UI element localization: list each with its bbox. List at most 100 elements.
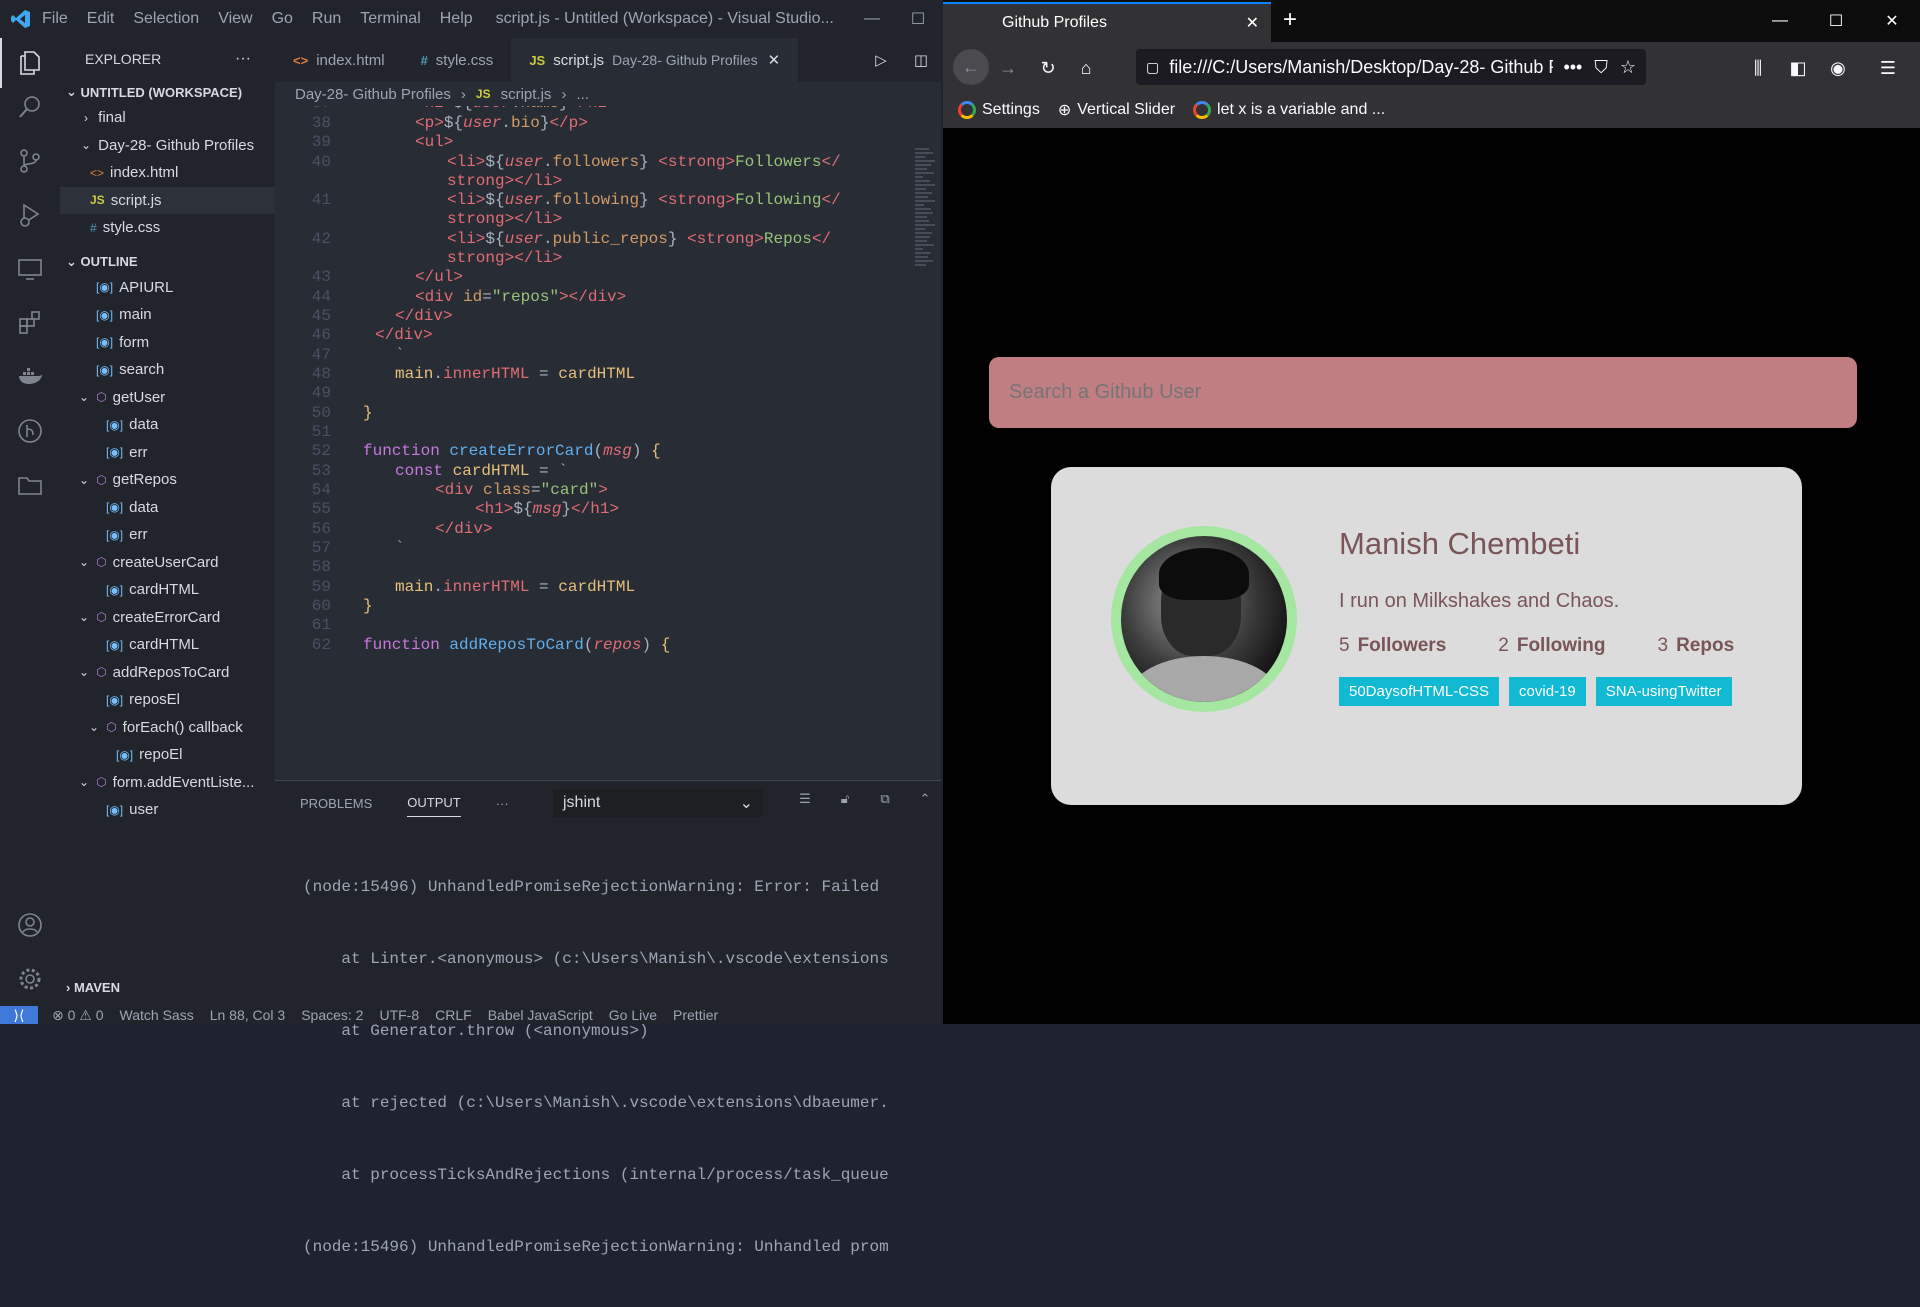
close-icon[interactable]: ✕ <box>1864 0 1920 42</box>
chevron-up-icon[interactable]: ⌃ <box>905 791 945 807</box>
folder-project[interactable]: ⌄ Day-28- Github Profiles <box>60 132 275 160</box>
tab-script-js[interactable]: JS script.js Day-28- Github Profiles ✕ <box>511 38 799 82</box>
status-cursor-position[interactable]: Ln 88, Col 3 <box>210 1007 286 1023</box>
outline-item[interactable]: ⌄ ⬡ form.addEventListe... <box>60 769 275 797</box>
status-language[interactable]: Babel JavaScript <box>488 1007 593 1023</box>
status-go-live[interactable]: Go Live <box>609 1007 657 1023</box>
outline-item[interactable]: [◉] APIURL <box>60 274 275 302</box>
menu-help[interactable]: Help <box>440 10 473 27</box>
repo-link[interactable]: 50DaysofHTML-CSS <box>1339 677 1500 706</box>
file-index-html[interactable]: <> index.html <box>60 159 275 187</box>
settings-gear-icon[interactable] <box>0 954 60 1004</box>
status-eol[interactable]: CRLF <box>435 1007 472 1023</box>
output-log[interactable]: (node:15496) UnhandledPromiseRejectionWa… <box>303 827 935 1307</box>
split-editor-icon[interactable]: ◫ <box>901 51 941 69</box>
outline-item[interactable]: [◉] search <box>60 356 275 384</box>
outline-item[interactable]: ⌄ ⬡ forEach() callback <box>60 714 275 742</box>
more-actions-icon[interactable]: ··· <box>235 50 251 68</box>
search-input[interactable] <box>989 357 1857 428</box>
outline-item[interactable]: ⌄ ⬡ getRepos <box>60 466 275 494</box>
outline-item[interactable]: [◉] repoEl <box>60 741 275 769</box>
git-graph-icon[interactable] <box>0 406 60 456</box>
status-prettier[interactable]: Prettier <box>673 1007 718 1023</box>
repo-link[interactable]: covid-19 <box>1509 677 1586 706</box>
remote-icon[interactable]: ⟩⟨ <box>0 1006 38 1024</box>
minimize-icon[interactable]: — <box>1752 0 1808 42</box>
minimize-icon[interactable]: — <box>849 0 895 38</box>
outline-item[interactable]: [◉] data <box>60 411 275 439</box>
minimap[interactable] <box>915 146 937 336</box>
outline-item[interactable]: [◉] data <box>60 494 275 522</box>
account-icon[interactable]: ◉ <box>1823 53 1853 83</box>
breadcrumb-symbol[interactable]: ... <box>576 86 589 103</box>
home-icon[interactable]: ⌂ <box>1071 53 1101 83</box>
tab-index-html[interactable]: <> index.html <box>275 38 403 82</box>
explorer-icon[interactable] <box>0 38 60 88</box>
menu-run[interactable]: Run <box>312 10 341 27</box>
sidebar-icon[interactable]: ◧ <box>1783 53 1813 83</box>
tab-output[interactable]: OUTPUT <box>407 789 461 817</box>
outline-item[interactable]: ⌄ ⬡ getUser <box>60 384 275 412</box>
remote-explorer-icon[interactable] <box>0 244 60 294</box>
outline-section[interactable]: ⌄ OUTLINE <box>60 250 275 274</box>
project-manager-icon[interactable] <box>0 460 60 510</box>
browser-tab[interactable]: Github Profiles ✕ <box>943 2 1271 42</box>
search-icon[interactable] <box>0 82 60 132</box>
address-bar[interactable]: ▢ file:///C:/Users/Manish/Desktop/Day-28-… <box>1136 49 1646 85</box>
file-script-js[interactable]: JS script.js <box>60 186 275 214</box>
outline-item[interactable]: [◉] err <box>60 439 275 467</box>
lock-icon[interactable]: 🔓︎ <box>825 791 865 807</box>
outline-item[interactable]: ⌄ ⬡ addReposToCard <box>60 659 275 687</box>
status-problems[interactable]: ⊗ 0 ⚠ 0 <box>52 1007 104 1024</box>
back-icon[interactable]: ← <box>953 49 989 85</box>
pocket-icon[interactable]: ⛉ <box>1594 57 1608 78</box>
outline-item[interactable]: [◉] cardHTML <box>60 631 275 659</box>
menu-file[interactable]: File <box>42 10 68 27</box>
outline-item[interactable]: ⌄ ⬡ createErrorCard <box>60 604 275 632</box>
tab-problems[interactable]: PROBLEMS <box>300 790 372 817</box>
maximize-icon[interactable]: ☐ <box>895 0 941 38</box>
menu-go[interactable]: Go <box>272 10 293 27</box>
outline-item[interactable]: [◉] main <box>60 301 275 329</box>
status-indentation[interactable]: Spaces: 2 <box>301 1007 363 1023</box>
code-editor[interactable]: 37 <h2>${user.name}</h2> 38 <p>${user.bio}… <box>275 106 941 780</box>
menu-edit[interactable]: Edit <box>87 10 115 27</box>
status-watch-sass[interactable]: Watch Sass <box>120 1007 194 1023</box>
menu-terminal[interactable]: Terminal <box>360 10 420 27</box>
clear-output-icon[interactable]: ☰ <box>785 791 825 807</box>
new-tab-icon[interactable]: + <box>1283 6 1297 34</box>
breadcrumb-file[interactable]: script.js <box>501 86 552 103</box>
page-actions-icon[interactable]: ••• <box>1563 57 1582 78</box>
panel-more-icon[interactable]: ··· <box>496 790 509 817</box>
close-tab-icon[interactable]: ✕ <box>1246 13 1259 33</box>
bookmark-let-x[interactable]: let x is a variable and ... <box>1193 101 1385 119</box>
bookmark-star-icon[interactable]: ☆ <box>1620 57 1636 78</box>
outline-item[interactable]: [◉] user <box>60 796 275 824</box>
menu-view[interactable]: View <box>218 10 252 27</box>
breadcrumb-folder[interactable]: Day-28- Github Profiles <box>295 86 451 103</box>
extensions-icon[interactable] <box>0 298 60 348</box>
menu-selection[interactable]: Selection <box>133 10 199 27</box>
copy-icon[interactable]: ⧉ <box>865 791 905 807</box>
folder-final[interactable]: › final <box>60 104 275 132</box>
run-icon[interactable]: ▷ <box>861 51 901 69</box>
outline-item[interactable]: [◉] form <box>60 329 275 357</box>
output-channel-select[interactable]: jshint ⌄ <box>553 789 763 817</box>
run-debug-icon[interactable] <box>0 190 60 240</box>
file-style-css[interactable]: # style.css <box>60 214 275 242</box>
close-icon[interactable]: ✕ <box>768 51 781 69</box>
outline-item[interactable]: [◉] cardHTML <box>60 576 275 604</box>
reload-icon[interactable]: ↻ <box>1033 53 1063 83</box>
source-control-icon[interactable] <box>0 136 60 186</box>
outline-item[interactable]: [◉] reposEl <box>60 686 275 714</box>
workspace-section[interactable]: ⌄ UNTITLED (WORKSPACE) <box>60 80 275 104</box>
account-icon[interactable] <box>0 900 60 950</box>
outline-item[interactable]: [◉] err <box>60 521 275 549</box>
repo-link[interactable]: SNA-usingTwitter <box>1595 677 1732 706</box>
library-icon[interactable]: ⫼ <box>1743 53 1773 83</box>
tab-style-css[interactable]: # style.css <box>403 38 512 82</box>
maven-section[interactable]: › MAVEN <box>60 975 275 999</box>
forward-icon[interactable]: → <box>993 53 1023 83</box>
bookmark-vertical-slider[interactable]: ⊕ Vertical Slider <box>1058 100 1175 120</box>
bookmark-settings[interactable]: Settings <box>958 101 1040 119</box>
